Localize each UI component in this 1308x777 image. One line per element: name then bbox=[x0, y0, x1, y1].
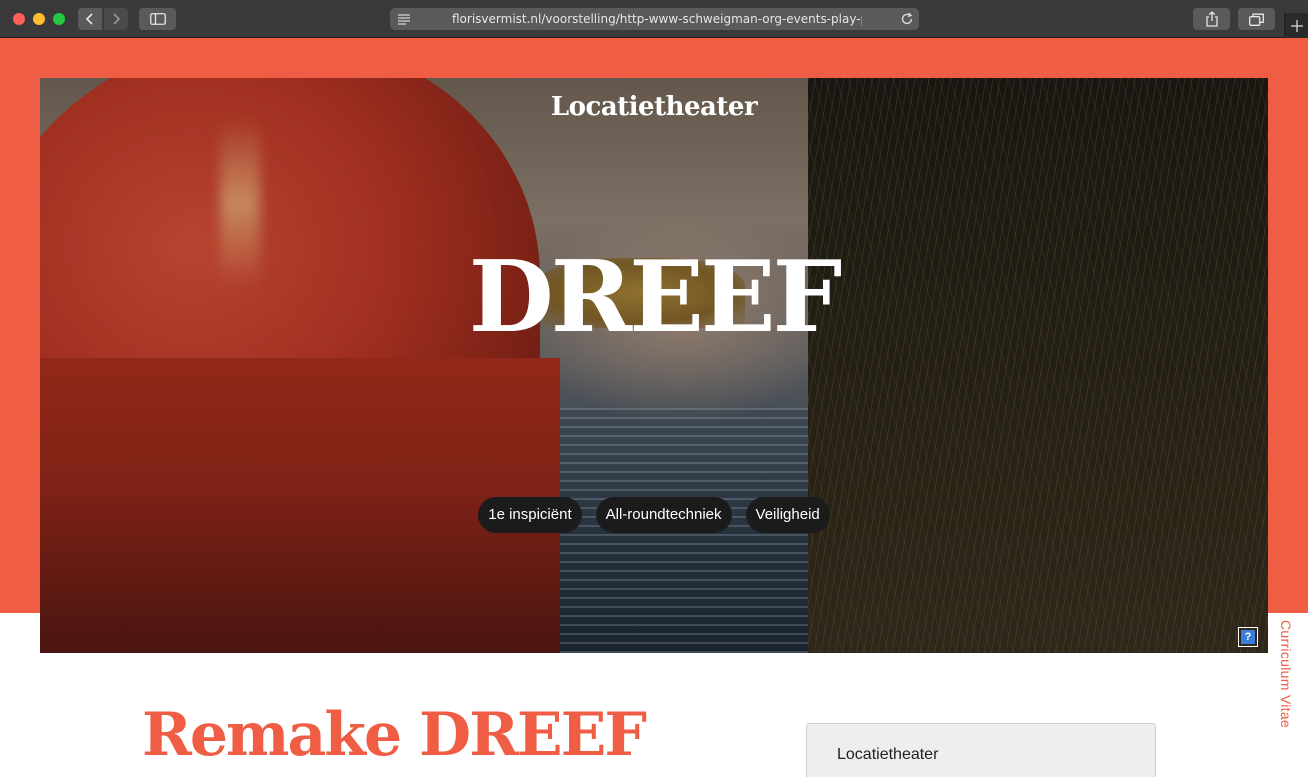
hero-shade bbox=[40, 78, 1268, 653]
curriculum-vitae-link[interactable]: Curriculum Vitae bbox=[1270, 620, 1294, 740]
help-button[interactable]: ? bbox=[1238, 627, 1258, 647]
hero-image: Locatietheater DREEF 1e inspiciënt All-r… bbox=[40, 78, 1268, 653]
chevron-left-icon bbox=[85, 13, 93, 25]
browser-toolbar: florisvermist.nl/voorstelling/http-www-s… bbox=[0, 0, 1308, 38]
plus-icon bbox=[1291, 19, 1303, 32]
reader-view-icon[interactable] bbox=[397, 13, 411, 25]
share-icon bbox=[1205, 11, 1218, 27]
reload-icon[interactable] bbox=[900, 12, 914, 26]
chevron-right-icon bbox=[113, 13, 121, 25]
zoom-window-button[interactable] bbox=[53, 13, 65, 25]
tag-list: 1e inspiciënt All-roundtechniek Veilighe… bbox=[40, 497, 1268, 533]
page-title: Remake DREEF bbox=[142, 700, 647, 770]
help-icon: ? bbox=[1241, 630, 1255, 644]
url-text: florisvermist.nl/voorstelling/http-www-s… bbox=[452, 12, 862, 26]
tag-pill[interactable]: All-roundtechniek bbox=[595, 497, 732, 533]
share-button[interactable] bbox=[1193, 8, 1230, 30]
address-bar[interactable]: florisvermist.nl/voorstelling/http-www-s… bbox=[390, 8, 919, 30]
show-tabs-button[interactable] bbox=[1238, 8, 1275, 30]
hero-title: DREEF bbox=[468, 240, 842, 355]
tag-pill[interactable]: 1e inspiciënt bbox=[478, 497, 582, 533]
forward-button[interactable] bbox=[104, 8, 128, 30]
page: Locatietheater DREEF 1e inspiciënt All-r… bbox=[0, 38, 1308, 777]
sidebar-toggle-button[interactable] bbox=[139, 8, 176, 30]
back-button[interactable] bbox=[78, 8, 102, 30]
close-window-button[interactable] bbox=[13, 13, 25, 25]
tag-pill[interactable]: Veiligheid bbox=[745, 497, 830, 533]
sidebar-icon bbox=[149, 13, 166, 25]
info-category-label: Locatietheater bbox=[837, 746, 939, 763]
minimize-window-button[interactable] bbox=[33, 13, 45, 25]
hero-category: Locatietheater bbox=[550, 92, 758, 122]
tabs-overview-icon bbox=[1249, 13, 1264, 26]
info-panel: Locatietheater bbox=[806, 723, 1156, 777]
new-tab-button[interactable] bbox=[1284, 13, 1308, 38]
